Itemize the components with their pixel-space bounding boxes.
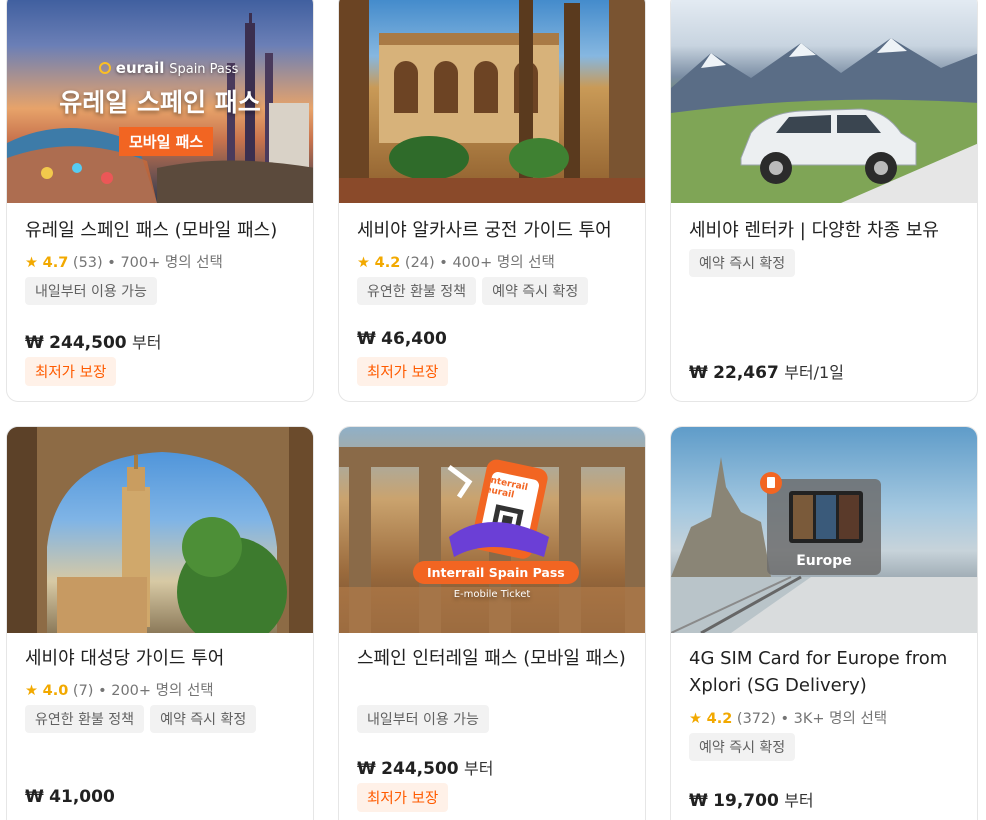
lowest-price-badge: 최저가 보장 xyxy=(357,783,449,812)
star-icon: ★ xyxy=(689,711,702,727)
tag: 내일부터 이용 가능 xyxy=(25,277,157,305)
image-label: Europe xyxy=(796,553,852,569)
tag: 예약 즉시 확정 xyxy=(150,705,257,733)
tag: 예약 즉시 확정 xyxy=(689,249,796,277)
tag-list: 예약 즉시 확정 xyxy=(689,249,796,277)
product-image xyxy=(339,0,645,203)
tag-list: 유연한 환불 정책 예약 즉시 확정 xyxy=(25,705,257,733)
image-sub: E-mobile Ticket xyxy=(453,589,531,600)
product-title[interactable]: 세비야 렌터카 | 다양한 차종 보유 xyxy=(689,217,963,244)
price: ₩ 46,400 xyxy=(357,329,447,349)
product-image xyxy=(7,427,313,633)
product-card-seville-cathedral-tour[interactable]: 세비야 대성당 가이드 투어 ★ 4.0 (7) • 200+ 명의 선택 유연… xyxy=(6,426,314,820)
tag: 예약 즉시 확정 xyxy=(689,733,796,761)
price: ₩ 19,700 부터 xyxy=(689,791,814,811)
tag-list: 내일부터 이용 가능 xyxy=(25,277,157,305)
product-card-alcazar-tour[interactable]: 세비야 알카사르 궁전 가이드 투어 ★ 4.2 (24) • 400+ 명의 … xyxy=(338,0,646,402)
price: ₩ 41,000 xyxy=(25,787,115,807)
lowest-price-badge: 최저가 보장 xyxy=(357,357,449,386)
product-card-eurail-spain-pass[interactable]: eurail Spain Pass 유레일 스페인 패스 모바일 패스 유레일 … xyxy=(6,0,314,402)
price: ₩ 22,467 부터/1일 xyxy=(689,363,844,383)
product-image: eurail Spain Pass 유레일 스페인 패스 모바일 패스 xyxy=(7,0,313,203)
star-icon: ★ xyxy=(25,255,38,271)
star-icon: ★ xyxy=(357,255,370,271)
tag-list: 예약 즉시 확정 xyxy=(689,733,796,761)
rating-row: ★ 4.2 (24) • 400+ 명의 선택 xyxy=(357,255,555,271)
product-image xyxy=(671,0,977,203)
eurail-logo: eurail Spain Pass xyxy=(99,59,238,77)
rating-row: ★ 4.7 (53) • 700+ 명의 선택 xyxy=(25,255,223,271)
rating-row: ★ 4.0 (7) • 200+ 명의 선택 xyxy=(25,683,214,699)
tag: 예약 즉시 확정 xyxy=(482,277,589,305)
lowest-price-badge: 최저가 보장 xyxy=(25,357,117,386)
tag: 내일부터 이용 가능 xyxy=(357,705,489,733)
tag-list: 내일부터 이용 가능 xyxy=(357,705,489,733)
product-image: Europe xyxy=(671,427,977,633)
tag: 유연한 환불 정책 xyxy=(357,277,477,305)
image-headline: Interrail Spain Pass xyxy=(413,561,579,584)
tag: 유연한 환불 정책 xyxy=(25,705,145,733)
product-card-europe-sim[interactable]: Europe 4G SIM Card for Europe from Xplor… xyxy=(670,426,978,820)
product-title[interactable]: 4G SIM Card for Europe from Xplori (SG D… xyxy=(689,645,963,699)
product-title[interactable]: 세비야 알카사르 궁전 가이드 투어 xyxy=(357,217,631,244)
star-icon: ★ xyxy=(25,683,38,699)
tag-list: 유연한 환불 정책 예약 즉시 확정 xyxy=(357,277,589,305)
image-headline: 유레일 스페인 패스 xyxy=(59,88,261,117)
product-title[interactable]: 스페인 인터레일 패스 (모바일 패스) xyxy=(357,645,631,672)
image-badge: 모바일 패스 xyxy=(119,127,214,156)
product-card-interrail-spain-pass[interactable]: interrail eurail Interrail Spain Pass E-… xyxy=(338,426,646,820)
price: ₩ 244,500 부터 xyxy=(357,759,494,779)
product-title[interactable]: 유레일 스페인 패스 (모바일 패스) xyxy=(25,217,299,244)
product-title[interactable]: 세비야 대성당 가이드 투어 xyxy=(25,645,299,672)
price: ₩ 244,500 부터 xyxy=(25,333,162,353)
product-card-seville-rental-car[interactable]: 세비야 렌터카 | 다양한 차종 보유 예약 즉시 확정 ₩ 22,467 부터… xyxy=(670,0,978,402)
product-image: interrail eurail Interrail Spain Pass E-… xyxy=(339,427,645,633)
rating-row: ★ 4.2 (372) • 3K+ 명의 선택 xyxy=(689,711,888,727)
